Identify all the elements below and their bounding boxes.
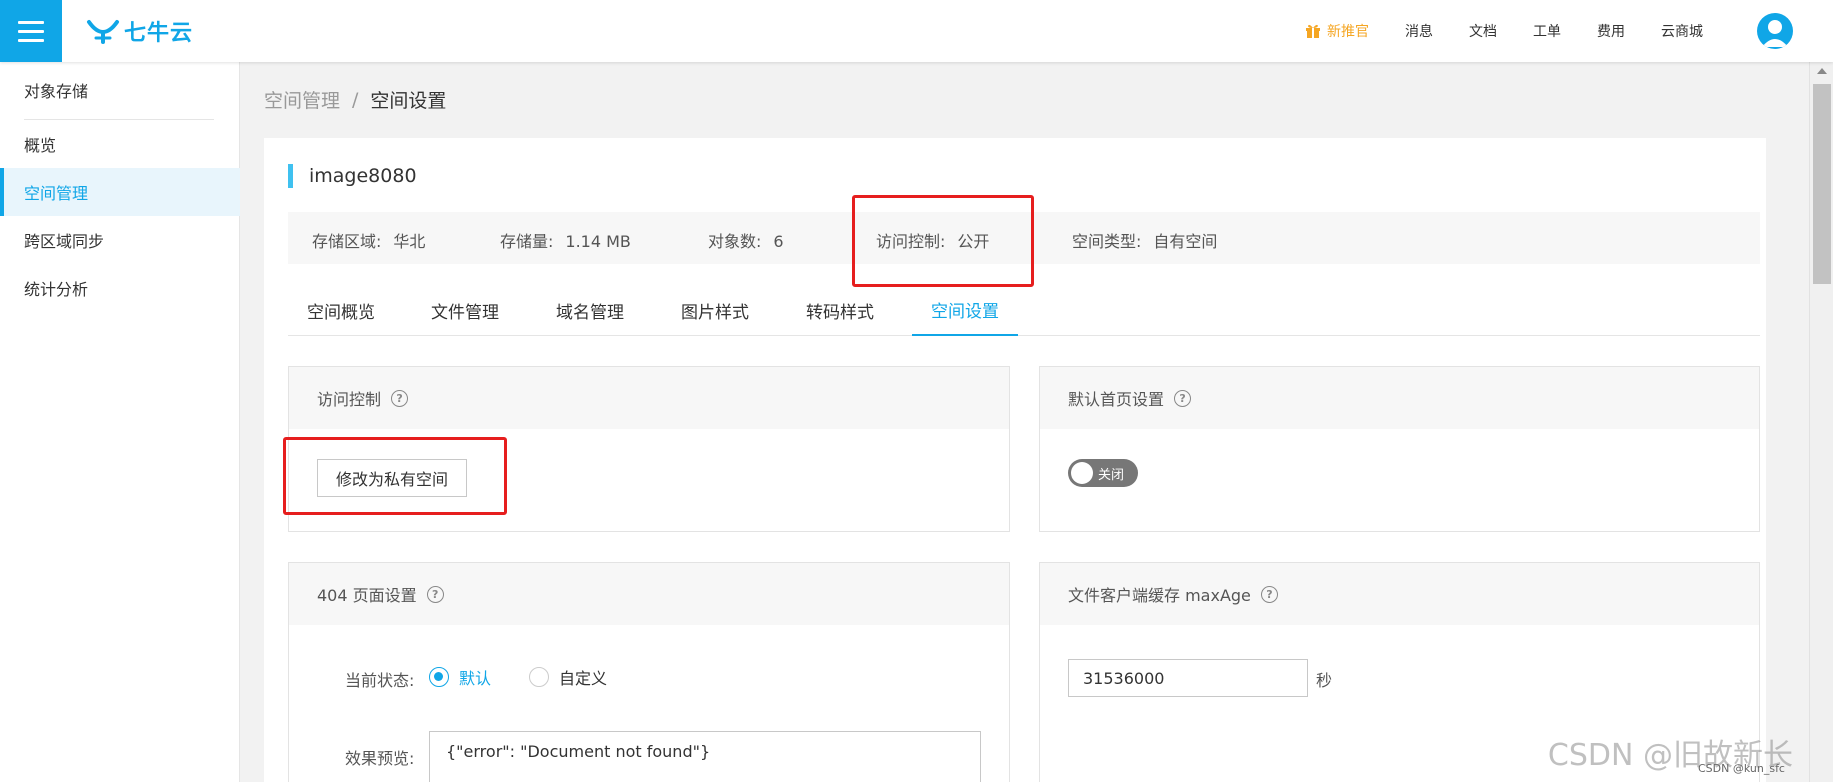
sidebar-title: 对象存储	[24, 82, 89, 101]
qiniu-logo[interactable]: 七牛云	[86, 16, 193, 46]
card-title: 文件客户端缓存 maxAge	[1068, 586, 1251, 605]
nav-docs-link[interactable]: 文档	[1469, 21, 1497, 41]
radio-default[interactable]: 默认	[429, 665, 491, 689]
breadcrumb-parent[interactable]: 空间管理	[264, 86, 340, 113]
info-bucket-type: 空间类型: 自有空间	[1072, 232, 1218, 251]
status-label: 当前状态:	[345, 671, 415, 690]
sidebar-item-cross-region-sync[interactable]: 跨区域同步	[0, 216, 240, 264]
sidebar-item-overview[interactable]: 概览	[0, 120, 240, 168]
sidebar: 对象存储 概览 空间管理 跨区域同步 统计分析	[0, 62, 240, 782]
user-avatar[interactable]	[1757, 13, 1793, 49]
tab-bucket-overview[interactable]: 空间概览	[288, 284, 394, 336]
tab-domain-management[interactable]: 域名管理	[537, 284, 643, 336]
maxage-unit: 秒	[1316, 671, 1333, 690]
help-icon[interactable]: ?	[1260, 585, 1278, 603]
tab-file-management[interactable]: 文件管理	[412, 284, 518, 336]
help-icon[interactable]: ?	[391, 389, 409, 407]
card-head-404-page: 404 页面设置 ?	[289, 563, 1009, 625]
breadcrumb-current: 空间设置	[370, 90, 447, 112]
radio-custom[interactable]: 自定义	[529, 665, 607, 689]
menu-line-icon	[18, 29, 44, 33]
preview-label: 效果预览:	[345, 749, 415, 768]
nav-marketplace-link[interactable]: 云商城	[1661, 21, 1703, 41]
nav-messages-link[interactable]: 消息	[1405, 21, 1433, 41]
sidebar-item-bucket-management[interactable]: 空间管理	[0, 168, 240, 216]
radio-dot	[529, 667, 549, 687]
help-icon[interactable]: ?	[1174, 389, 1192, 407]
top-nav: 新推官 消息 文档 工单 费用 云商城	[1269, 0, 1703, 62]
page-scrollbar[interactable]	[1809, 62, 1833, 782]
info-object-count: 对象数: 6	[708, 232, 784, 251]
card-default-homepage: 默认首页设置 ? 关闭	[1039, 366, 1760, 532]
card-title: 默认首页设置	[1068, 390, 1165, 409]
menu-line-icon	[18, 20, 44, 24]
tab-image-styles[interactable]: 图片样式	[662, 284, 768, 336]
user-avatar-icon	[1762, 20, 1788, 47]
bucket-name: image8080	[288, 164, 417, 188]
toggle-label: 关闭	[1098, 468, 1125, 483]
homepage-toggle[interactable]: 关闭	[1068, 459, 1138, 487]
nav-billing-link[interactable]: 费用	[1597, 21, 1625, 41]
breadcrumb: 空间管理 / 空间设置	[264, 86, 446, 113]
card-title: 访问控制	[317, 390, 382, 409]
card-head-default-homepage: 默认首页设置 ?	[1040, 367, 1759, 429]
info-access-control: 访问控制: 公开	[876, 232, 990, 251]
tab-bucket-settings[interactable]: 空间设置	[912, 284, 1018, 336]
radio-dot	[429, 667, 449, 687]
gift-icon	[1306, 24, 1320, 38]
bucket-panel: image8080 存储区域: 华北 存储量: 1.14 MB 对象数: 6 访问控制…	[264, 138, 1766, 782]
bucket-tabs: 空间概览 文件管理 域名管理 图片样式 转码样式 空间设置	[288, 284, 1760, 336]
card-404-page: 404 页面设置 ? 当前状态: 默认 自定义 效果预览: {"error": …	[288, 562, 1010, 782]
card-head-cache-maxage: 文件客户端缓存 maxAge ?	[1040, 563, 1759, 625]
qiniu-logo-icon	[87, 20, 119, 44]
card-access-control: 访问控制 ? 修改为私有空间	[288, 366, 1010, 532]
logo-text: 七牛云	[124, 21, 194, 46]
hamburger-menu-button[interactable]	[0, 0, 62, 62]
info-storage: 存储量: 1.14 MB	[500, 232, 631, 251]
menu-line-icon	[18, 38, 44, 42]
preview-textarea[interactable]: {"error": "Document not found"}	[429, 731, 981, 782]
nav-tickets-link[interactable]: 工单	[1533, 21, 1561, 41]
make-private-button[interactable]: 修改为私有空间	[317, 459, 468, 497]
info-region: 存储区域: 华北	[312, 232, 426, 251]
bucket-info-bar: 存储区域: 华北 存储量: 1.14 MB 对象数: 6 访问控制: 公开 空间类型: 自…	[288, 212, 1760, 264]
scroll-thumb[interactable]	[1813, 84, 1831, 284]
nav-promo-link[interactable]: 新推官	[1305, 21, 1369, 41]
card-title: 404 页面设置	[317, 586, 417, 605]
nav-promo-label: 新推官	[1327, 24, 1369, 40]
watermark-small: CSDN @kun_sfc	[1698, 762, 1785, 775]
help-icon[interactable]: ?	[426, 585, 444, 603]
sidebar-item-statistics[interactable]: 统计分析	[0, 264, 240, 312]
scroll-up-arrow-icon[interactable]	[1817, 68, 1827, 74]
card-head-access-control: 访问控制 ?	[289, 367, 1009, 429]
tab-transcode-styles[interactable]: 转码样式	[787, 284, 893, 336]
top-header: 七牛云 新推官 消息 文档 工单 费用 云商城	[0, 0, 1833, 62]
breadcrumb-separator: /	[352, 88, 359, 111]
maxage-input[interactable]: 31536000	[1068, 659, 1308, 697]
toggle-knob	[1071, 462, 1093, 484]
